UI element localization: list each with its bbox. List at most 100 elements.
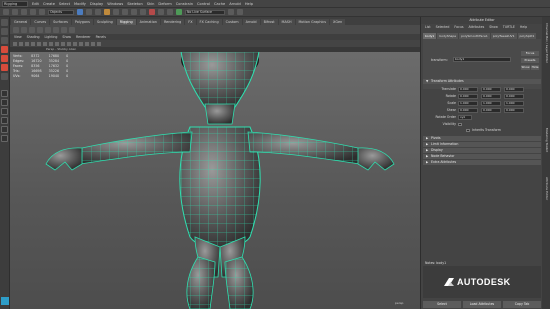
single-view-layout-icon[interactable]: [1, 90, 8, 97]
translate-y-field[interactable]: 0.000: [481, 87, 501, 92]
ae-menu-attributes[interactable]: Attributes: [469, 25, 485, 29]
cluster-icon[interactable]: [53, 26, 59, 33]
menuset-dropdown[interactable]: Rigging: [2, 0, 28, 7]
vp-menu-lighting[interactable]: Lighting: [45, 35, 58, 39]
redo-icon[interactable]: [39, 9, 45, 15]
ae-menu-selected[interactable]: Selected: [436, 25, 450, 29]
lattice-icon[interactable]: [61, 26, 67, 33]
ae-menu-turtle[interactable]: TURTLE: [503, 25, 515, 29]
menu-control[interactable]: Control: [197, 2, 210, 6]
scale-x-field[interactable]: 1.000: [458, 101, 478, 106]
section-node-behavior[interactable]: ▶ Node Behavior: [423, 154, 541, 159]
ae-menu-list[interactable]: List: [425, 25, 431, 29]
viewport-persp[interactable]: View Shading Lighting Show Renderer Pane…: [10, 34, 420, 309]
vp-menu-show[interactable]: Show: [62, 35, 71, 39]
menu-windows[interactable]: Windows: [107, 2, 123, 6]
smooth-shade-icon[interactable]: [61, 41, 65, 46]
translate-x-field[interactable]: 0.000: [458, 87, 478, 92]
menu-create[interactable]: Create: [43, 2, 55, 6]
focus-button[interactable]: Focus: [521, 51, 539, 56]
menu-constrain[interactable]: Constrain: [176, 2, 193, 6]
lasso-tool-icon[interactable]: [1, 28, 8, 35]
vp-menu-view[interactable]: View: [14, 35, 22, 39]
camera-attr-icon[interactable]: [19, 41, 23, 46]
joint-tool-icon[interactable]: [13, 26, 19, 33]
new-scene-icon[interactable]: [3, 9, 9, 15]
side-tab-attribute-editor[interactable]: Attribute Editor: [543, 177, 549, 200]
ae-menu-help[interactable]: Help: [520, 25, 527, 29]
rotate-x-field[interactable]: 0.000: [458, 94, 478, 99]
section-extra-attributes[interactable]: ▶ Extra Attributes: [423, 160, 541, 165]
menu-skeleton[interactable]: Skeleton: [127, 2, 143, 6]
ik-handle-icon[interactable]: [21, 26, 27, 33]
rotate-order-dropdown[interactable]: xyz: [458, 115, 472, 120]
section-pivots[interactable]: ▶ Pivots: [423, 136, 541, 141]
section-display[interactable]: ▶ Display: [423, 148, 541, 153]
film-gate-icon[interactable]: [43, 41, 47, 46]
menu-select[interactable]: Select: [59, 2, 70, 6]
translate-z-field[interactable]: 0.000: [504, 87, 524, 92]
shear-x-field[interactable]: 0.000: [458, 108, 478, 113]
grid-icon[interactable]: [37, 41, 41, 46]
rotate-y-field[interactable]: 0.000: [481, 94, 501, 99]
render-settings-icon[interactable]: [167, 9, 173, 15]
shear-z-field[interactable]: 0.000: [504, 108, 524, 113]
vp-menu-panels[interactable]: Panels: [96, 35, 106, 39]
render-icon[interactable]: [149, 9, 155, 15]
ipr-render-icon[interactable]: [158, 9, 164, 15]
selection-mode-field[interactable]: Objects: [48, 9, 74, 15]
sym-icon[interactable]: [228, 9, 234, 15]
presets-button[interactable]: Presets: [521, 58, 539, 63]
visibility-checkbox[interactable]: [458, 122, 462, 126]
outliner-layout-icon[interactable]: [1, 117, 8, 124]
last-tool-icon[interactable]: [1, 73, 8, 80]
hide-button[interactable]: Hide: [531, 65, 539, 70]
inherits-transform-checkbox[interactable]: [466, 128, 470, 132]
use-all-lights-icon[interactable]: [79, 41, 83, 46]
menu-arnold[interactable]: Arnold: [229, 2, 241, 6]
move-tool-icon[interactable]: [1, 46, 8, 53]
hypershade-layout-icon[interactable]: [1, 135, 8, 142]
menu-cache[interactable]: Cache: [214, 2, 225, 6]
menu-modify[interactable]: Modify: [74, 2, 86, 6]
side-tab-channel-box[interactable]: Channel Box / Layer Editor: [543, 23, 549, 63]
side-by-side-layout-icon[interactable]: [1, 108, 8, 115]
show-button[interactable]: Show: [521, 65, 530, 70]
select-tool-icon[interactable]: [1, 19, 8, 26]
rotate-tool-icon[interactable]: [1, 55, 8, 62]
select-button[interactable]: Select: [423, 301, 461, 308]
parent-constraint-icon[interactable]: [69, 26, 75, 33]
xray-icon[interactable]: [97, 41, 101, 46]
node-name-field[interactable]: body1: [453, 57, 511, 62]
save-scene-icon[interactable]: [21, 9, 27, 15]
scale-tool-icon[interactable]: [1, 64, 8, 71]
rotate-z-field[interactable]: 0.000: [504, 94, 524, 99]
snap-grid-icon[interactable]: [104, 9, 110, 15]
scale-y-field[interactable]: 1.000: [481, 101, 501, 106]
menu-display[interactable]: Display: [90, 2, 103, 6]
open-scene-icon[interactable]: [12, 9, 18, 15]
bookmark-icon[interactable]: [25, 41, 29, 46]
snap-view-icon[interactable]: [131, 9, 137, 15]
paint-select-icon[interactable]: [1, 37, 8, 44]
shadows-icon[interactable]: [85, 41, 89, 46]
menu-help[interactable]: Help: [245, 2, 253, 6]
resolution-gate-icon[interactable]: [49, 41, 53, 46]
hypershade-icon[interactable]: [176, 9, 182, 15]
image-plane-icon[interactable]: [31, 41, 35, 46]
vp-menu-shading[interactable]: Shading: [27, 35, 40, 39]
ae-menu-show[interactable]: Show: [489, 25, 498, 29]
menu-skin[interactable]: Skin: [147, 2, 155, 6]
isolate-select-icon[interactable]: [91, 41, 95, 46]
bind-skin-icon[interactable]: [37, 26, 43, 33]
menu-deform[interactable]: Deform: [158, 2, 171, 6]
select-component-icon[interactable]: [95, 9, 101, 15]
shear-y-field[interactable]: 0.000: [481, 108, 501, 113]
menu-edit[interactable]: Edit: [32, 2, 39, 6]
select-hierarchy-icon[interactable]: [77, 9, 83, 15]
ik-spline-icon[interactable]: [29, 26, 35, 33]
scale-z-field[interactable]: 1.000: [504, 101, 524, 106]
four-view-layout-icon[interactable]: [1, 99, 8, 106]
side-tab-modeling-toolkit[interactable]: Modeling Toolkit: [543, 115, 549, 165]
undo-icon[interactable]: [30, 9, 36, 15]
